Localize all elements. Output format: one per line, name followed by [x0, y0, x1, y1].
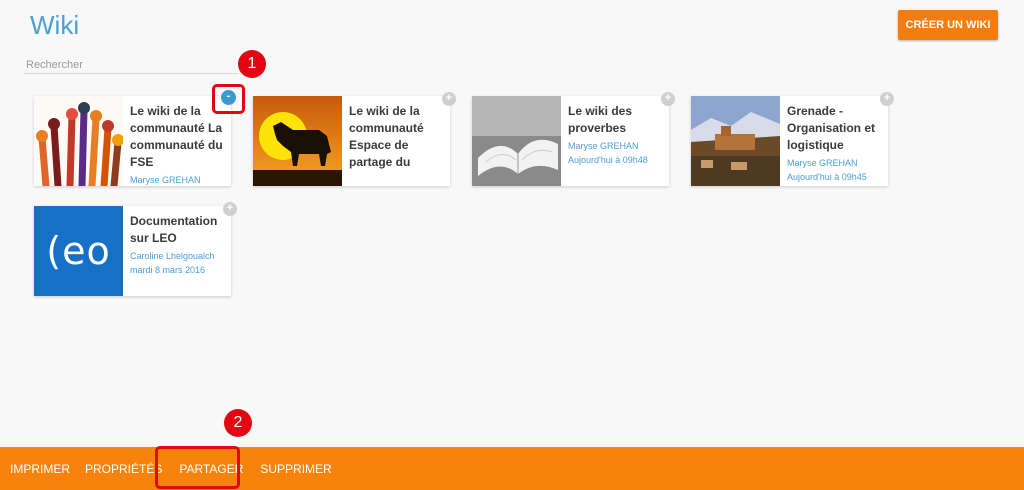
card-title: Le wiki des proverbes — [568, 104, 633, 135]
card-author: Maryse GREHAN — [130, 175, 201, 185]
annotation-marker-2: 2 — [224, 409, 252, 437]
delete-button[interactable]: SUPPRIMER — [260, 462, 331, 476]
print-button[interactable]: IMPRIMER — [10, 462, 70, 476]
bull-silhouette-thumbnail — [253, 96, 342, 186]
deselect-icon[interactable]: - — [221, 90, 236, 105]
card-date: Aujourd'hui à 09h48 — [568, 155, 648, 165]
card-author: Maryse GREHAN — [568, 141, 639, 151]
create-wiki-button[interactable]: CRÉER UN WIKI — [898, 10, 998, 40]
action-toolbar: IMPRIMER PROPRIÉTÉS PARTAGER SUPPRIMER — [0, 447, 1024, 490]
select-icon[interactable]: + — [880, 92, 894, 106]
card-author: Caroline Lhelgoualch — [130, 251, 215, 261]
wiki-card-grenade[interactable]: Grenade - Organisation et logistique Mar… — [691, 92, 894, 186]
select-icon[interactable]: + — [661, 92, 675, 106]
properties-button[interactable]: PROPRIÉTÉS — [85, 462, 162, 476]
leo-logo-text: (eo — [46, 229, 111, 273]
card-date: Aujourd'hui à 09h45 — [787, 172, 867, 182]
card-date: mardi 8 mars 2016 — [130, 265, 206, 275]
card-title: Le wiki de la communauté La communauté d… — [130, 104, 223, 169]
alhambra-thumbnail — [691, 96, 780, 186]
select-icon[interactable]: + — [442, 92, 456, 106]
wiki-card-voyage[interactable]: Le wiki de la communauté Espace de parta… — [253, 92, 456, 186]
wiki-card-proverbes[interactable]: Le wiki des proverbes Maryse GREHAN Aujo… — [472, 92, 675, 186]
card-title: Grenade - Organisation et logistique — [787, 104, 876, 152]
card-title: Le wiki de la communauté Espace de parta… — [349, 104, 424, 169]
card-author: Maryse GREHAN — [787, 158, 858, 168]
page-title: Wiki — [30, 10, 80, 40]
search-input[interactable] — [24, 56, 239, 74]
card-title: Documentation sur LEO — [130, 214, 218, 245]
annotation-marker-1: 1 — [238, 50, 266, 78]
leo-logo-thumbnail: (eo — [34, 206, 123, 296]
hands-thumbnail — [34, 96, 123, 186]
wiki-card-leo[interactable]: (eo Documentation sur LEO Caroline Lhelg… — [34, 202, 237, 296]
wiki-card-fse[interactable]: Le wiki de la communauté La communauté d… — [34, 90, 236, 186]
share-button[interactable]: PARTAGER — [179, 462, 243, 476]
select-icon[interactable]: + — [223, 202, 237, 216]
open-book-thumbnail — [472, 96, 561, 186]
